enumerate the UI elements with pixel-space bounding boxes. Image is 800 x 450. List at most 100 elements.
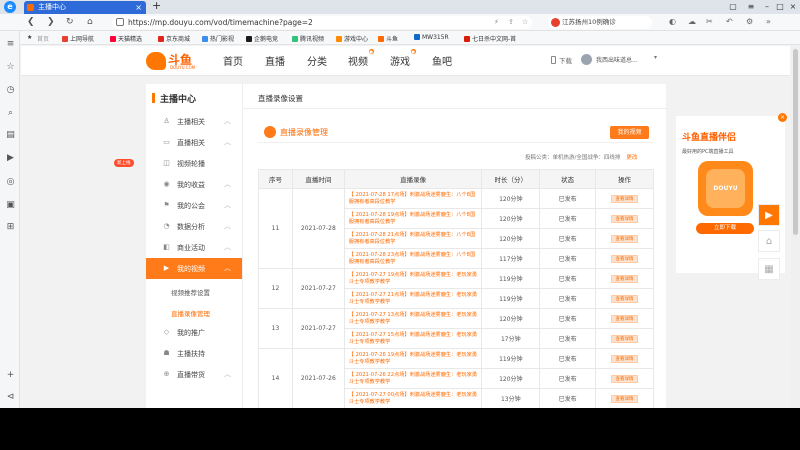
- view-details-button[interactable]: 查看详情: [611, 294, 639, 303]
- home-float-icon[interactable]: ⌂: [758, 230, 780, 252]
- download-link[interactable]: 下载: [551, 55, 572, 65]
- bolt-icon[interactable]: ⚡: [494, 16, 499, 29]
- close-tab-icon[interactable]: ×: [135, 1, 142, 14]
- undo-icon[interactable]: ↶: [726, 17, 733, 26]
- bookmark-item[interactable]: 企鹅电竞: [246, 34, 278, 43]
- star-icon[interactable]: ☆: [522, 16, 528, 29]
- view-details-button[interactable]: 查看详情: [611, 214, 639, 223]
- download-now-button[interactable]: 立即下载: [696, 223, 754, 234]
- more-icon[interactable]: »: [766, 17, 771, 26]
- chevron-down-icon[interactable]: ▾: [654, 54, 657, 61]
- sidebar-item-my-video[interactable]: ▶ 我的视频 ︿: [146, 258, 242, 279]
- sidebar-item-analytics[interactable]: ◔ 数据分析 ︿: [146, 216, 242, 237]
- maximize-icon[interactable]: □: [773, 0, 787, 14]
- sidebar-item-anchor[interactable]: ♙ 主播相关 ︿: [146, 111, 242, 132]
- refresh-icon[interactable]: ↻: [66, 17, 74, 27]
- sidebar-item-guild[interactable]: ⚑ 我的公会 ︿: [146, 195, 242, 216]
- scissors-icon[interactable]: ✂: [706, 17, 713, 26]
- view-details-button[interactable]: 查看详情: [611, 354, 639, 363]
- replay-title-link[interactable]: 【 2021-07-27 00点场】刺激战场迷雾鹿生：老玩家勇斗士专项教学教学: [343, 388, 483, 408]
- avatar[interactable]: [581, 54, 592, 65]
- bookmark-item[interactable]: 首页: [37, 34, 49, 43]
- vertical-scrollbar[interactable]: [791, 45, 800, 408]
- nav-live[interactable]: 直播: [265, 53, 285, 68]
- nav-category[interactable]: 分类: [307, 53, 327, 68]
- view-details-button[interactable]: 查看详情: [611, 394, 639, 403]
- sidebar-item-support[interactable]: ☗ 主播扶持: [146, 343, 242, 364]
- nav-video[interactable]: 视频 ●: [348, 49, 374, 68]
- video-float-icon[interactable]: ▶: [758, 204, 780, 226]
- replay-title-link[interactable]: 【 2021-07-28 21点场】刺激战场迷雾鹿生：八个8国服拥有者高段位教学: [343, 228, 483, 249]
- nav-home[interactable]: 首页: [223, 53, 243, 68]
- replay-title-link[interactable]: 【 2021-07-28 23点场】刺激战场迷雾鹿生：八个8国服拥有者高段位教学: [343, 248, 483, 269]
- menu-icon[interactable]: ≡: [744, 0, 758, 14]
- nav-fishbar[interactable]: 鱼吧: [432, 53, 452, 68]
- minimize-icon[interactable]: –: [760, 0, 774, 14]
- collapse-icon[interactable]: ⊲: [5, 392, 16, 403]
- replay-title-link[interactable]: 【 2021-07-28 19点场】刺激战场迷雾鹿生：八个8国服拥有者高段位教学: [343, 208, 483, 229]
- scrollbar-thumb[interactable]: [793, 49, 798, 235]
- home-icon[interactable]: ⌂: [87, 17, 93, 27]
- my-video-button[interactable]: 我的视频: [610, 126, 649, 139]
- bookmark-item[interactable]: 游戏中心: [336, 34, 368, 43]
- view-details-button[interactable]: 查看详情: [611, 334, 639, 343]
- bookmark-item[interactable]: 京东商城: [158, 34, 190, 43]
- close-icon[interactable]: ×: [778, 113, 787, 122]
- bookmark-item[interactable]: 热门影视: [202, 34, 234, 43]
- replay-title-link[interactable]: 【 2021-07-27 19点场】刺激战场迷雾鹿生：老玩家勇斗士专项教学教学: [343, 268, 483, 289]
- nav-games[interactable]: 游戏 ●: [390, 49, 416, 68]
- tab-active[interactable]: 主播中心 ×: [24, 1, 146, 14]
- video-sidebar-icon[interactable]: ▶: [5, 153, 16, 164]
- replay-title-link[interactable]: 【 2021-07-27 13点场】刺激战场迷雾鹿生：老玩家勇斗士专项教学教学: [343, 308, 483, 329]
- bookmark-item[interactable]: MW315R: [414, 34, 449, 41]
- bookmark-item[interactable]: 上网导航: [62, 34, 94, 43]
- sidebar-item-promote[interactable]: ◇ 我的推广: [146, 322, 242, 343]
- bookmark-item[interactable]: 腾讯视频: [292, 34, 324, 43]
- bookmark-item[interactable]: 斗鱼: [378, 34, 398, 43]
- sidebar-item-live[interactable]: ▭ 直播相关 ︿: [146, 132, 242, 153]
- shopping-icon[interactable]: ⊞: [5, 222, 16, 233]
- browser-logo-icon[interactable]: e: [4, 1, 16, 13]
- view-details-button[interactable]: 查看详情: [611, 374, 639, 383]
- sidebar-item-commerce[interactable]: ⊕ 直播带货 ︿: [146, 364, 242, 385]
- replay-title-link[interactable]: 【 2021-07-27 21点场】刺激战场迷雾鹿生：老玩家勇斗士专项教学教学: [343, 288, 483, 309]
- weibo-icon[interactable]: ◎: [5, 177, 16, 188]
- sidebar-subitem-recommend[interactable]: 视频推荐设置: [171, 287, 210, 297]
- back-icon[interactable]: ❮: [27, 17, 35, 27]
- notes-icon[interactable]: ▤: [5, 130, 16, 141]
- replay-title-link[interactable]: 【 2021-07-26 22点场】刺激战场迷雾鹿生：老玩家勇斗士专项教学教学: [343, 368, 483, 389]
- user-name[interactable]: 我西出味道总...: [596, 55, 638, 64]
- sidebar-item-business[interactable]: ◧ 商业活动 ︿: [146, 237, 242, 258]
- bookmark-item[interactable]: 七日杀中文网-首: [464, 34, 516, 43]
- history-icon[interactable]: ◷: [5, 85, 16, 96]
- document-icon[interactable]: ▣: [5, 200, 16, 211]
- settings-icon[interactable]: ⚙: [746, 17, 753, 26]
- add-icon[interactable]: +: [5, 370, 16, 381]
- change-link[interactable]: 更改: [626, 155, 637, 161]
- share-icon[interactable]: ⇪: [508, 16, 514, 29]
- view-details-button[interactable]: 查看详情: [611, 234, 639, 243]
- favorites-icon[interactable]: ☆: [5, 62, 16, 73]
- view-details-button[interactable]: 查看详情: [611, 254, 639, 263]
- search-input[interactable]: 江苏扬州10例确诊: [548, 16, 652, 29]
- replay-title-link[interactable]: 【 2021-07-26 19点场】刺激战场迷雾鹿生：老玩家勇斗士专项教学教学: [343, 348, 483, 369]
- cloud-icon[interactable]: ☁: [688, 17, 696, 26]
- url-input[interactable]: https://mp.douyu.com/vod/timemachine?pag…: [112, 16, 532, 29]
- view-details-button[interactable]: 查看详情: [611, 314, 639, 323]
- skin-icon[interactable]: ▢: [726, 0, 740, 14]
- view-details-button[interactable]: 查看详情: [611, 194, 639, 203]
- game-icon[interactable]: ◐: [669, 17, 676, 26]
- close-window-icon[interactable]: ×: [786, 0, 800, 14]
- search-icon[interactable]: ⌕: [5, 108, 16, 119]
- view-details-button[interactable]: 查看详情: [611, 274, 639, 283]
- bookmark-star-icon[interactable]: ★: [27, 34, 32, 41]
- sidebar-item-carousel[interactable]: ◫ 视频轮播: [146, 153, 242, 174]
- replay-title-link[interactable]: 【 2021-07-28 17点场】刺激战场迷雾鹿生：八个8国服拥有者高段位教学: [343, 188, 483, 209]
- new-tab-icon[interactable]: +: [152, 0, 161, 12]
- sidebar-subitem-replay[interactable]: 直播录像管理: [171, 308, 210, 318]
- bookmark-item[interactable]: 天猫精选: [110, 34, 142, 43]
- search-engine-icon[interactable]: [551, 18, 560, 27]
- qr-float-icon[interactable]: ▦: [758, 258, 780, 280]
- forward-icon[interactable]: ❯: [47, 17, 55, 27]
- list-icon[interactable]: ≡: [5, 39, 16, 50]
